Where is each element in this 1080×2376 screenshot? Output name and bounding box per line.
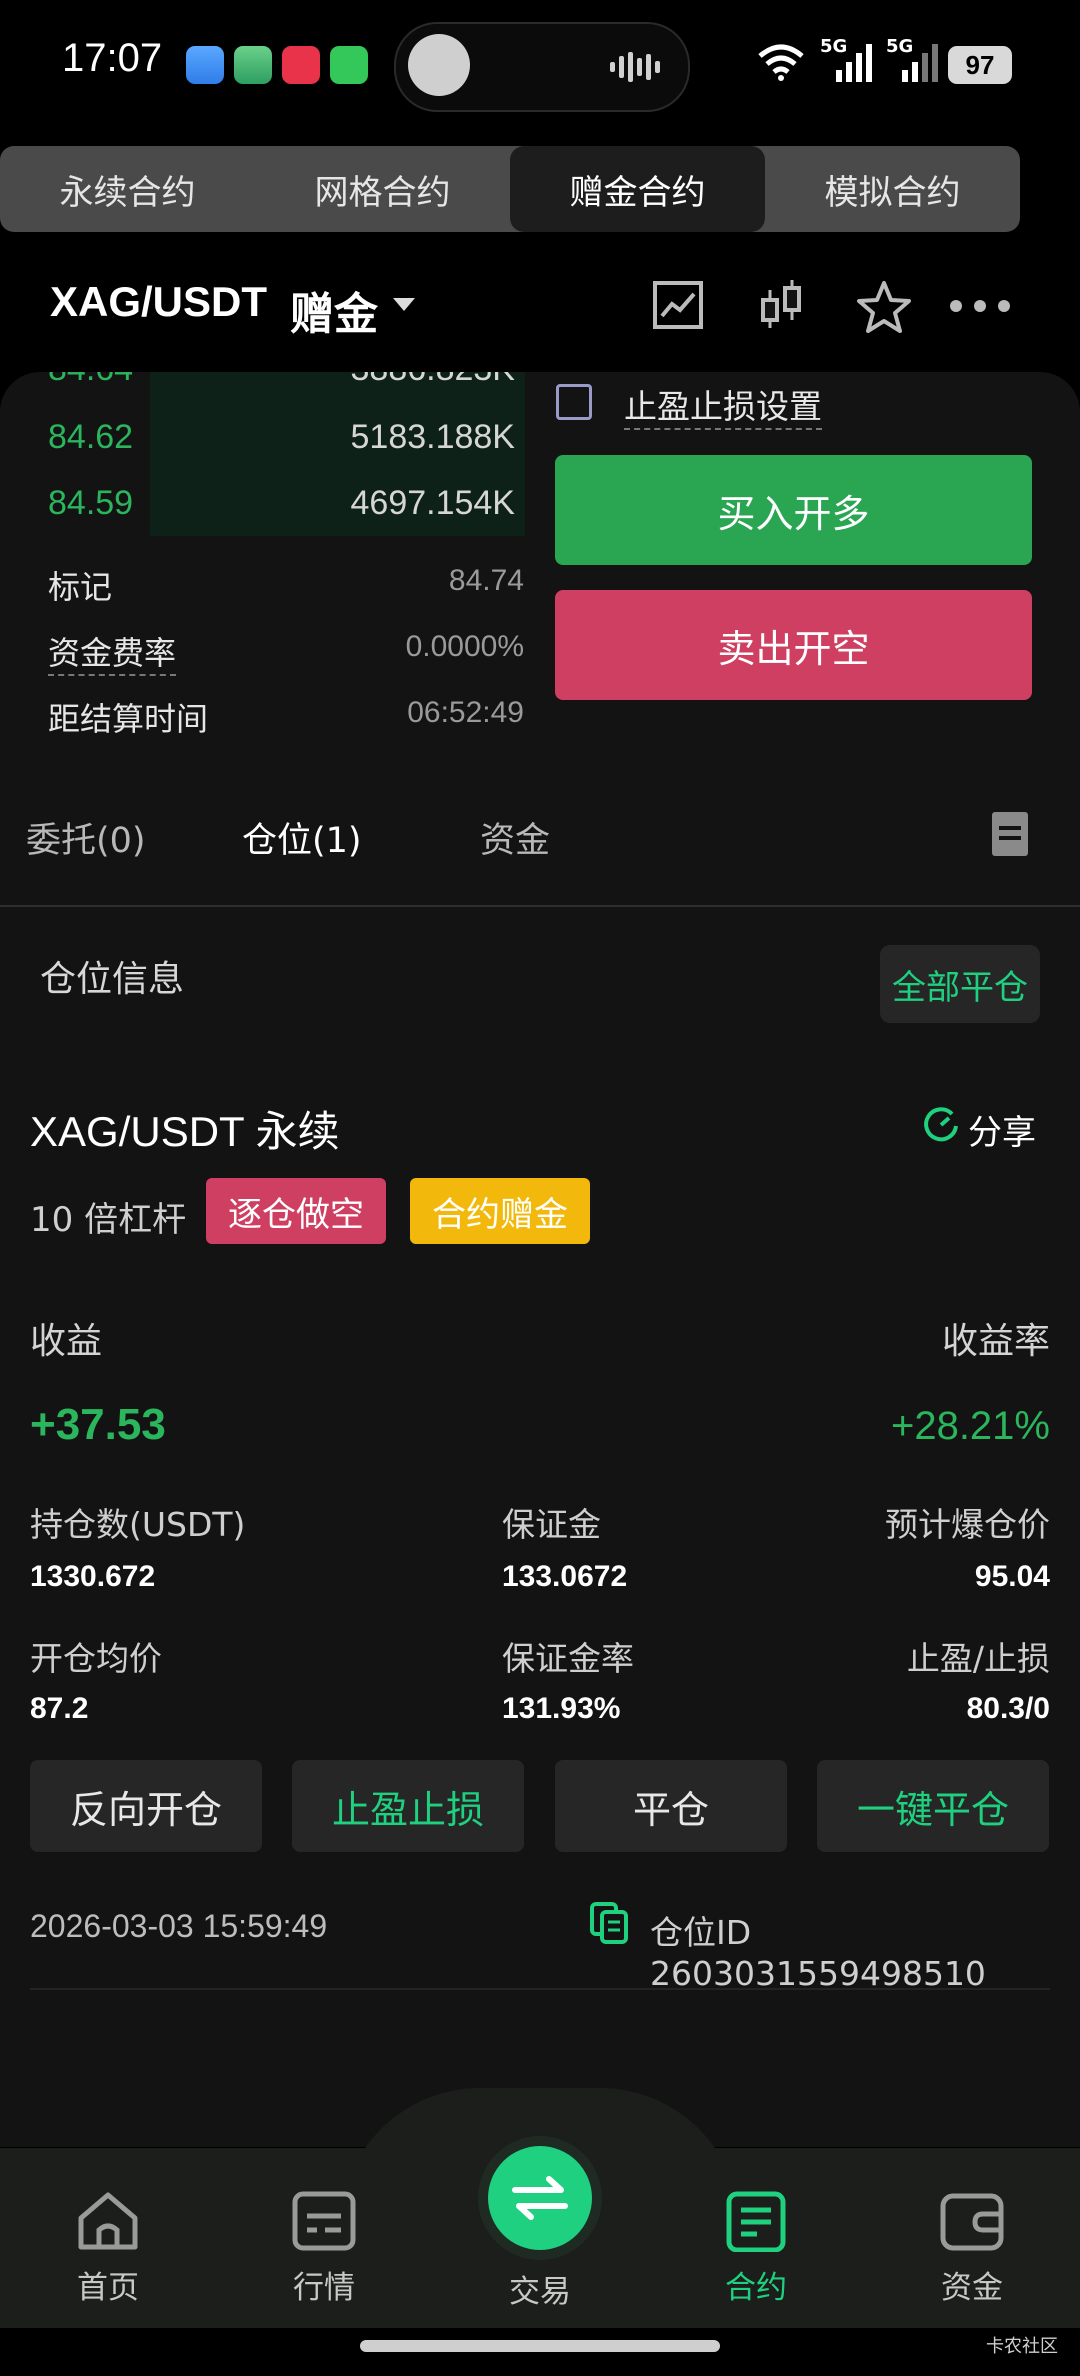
tab-positions[interactable]: 仓位(1) xyxy=(242,812,362,863)
app-icon xyxy=(234,46,272,84)
contract-type-tabs: 永续合约 网格合约 赠金合约 模拟合约 xyxy=(0,146,1020,232)
settlement-label: 距结算时间 xyxy=(48,700,209,738)
divider xyxy=(30,1988,1050,1990)
nav-trade[interactable]: 交易 xyxy=(460,2266,620,2311)
pnl-rate-value: +28.21% xyxy=(890,1404,1050,1448)
more-icon[interactable] xyxy=(948,296,1012,316)
funding-rate-value: 0.0000% xyxy=(405,630,524,663)
swap-icon xyxy=(512,2176,568,2220)
tab-assets[interactable]: 资金 xyxy=(480,812,550,863)
nav-market-label: 行情 xyxy=(293,2270,355,2306)
orderbook-price: 84.64 xyxy=(48,372,133,389)
mark-price-value: 84.74 xyxy=(448,564,524,597)
trade-fab[interactable] xyxy=(488,2146,592,2250)
position-size-value: 1330.672 xyxy=(30,1560,156,1593)
orderbook-row[interactable]: 84.64 3886.823K xyxy=(0,372,540,394)
share-icon[interactable] xyxy=(922,1106,960,1144)
bonus-badge: 合约赠金 xyxy=(410,1178,590,1244)
orderbook-price[interactable]: 84.59 xyxy=(48,484,133,523)
settlement-countdown: 06:52:49 xyxy=(407,696,524,729)
battery-indicator: 97 xyxy=(948,46,1012,84)
wallet-icon xyxy=(940,2193,1004,2251)
tpsl-label: 止盈/止损 xyxy=(906,1639,1050,1678)
home-indicator[interactable] xyxy=(360,2340,720,2352)
margin-label: 保证金 xyxy=(502,1505,601,1544)
audio-wave-icon xyxy=(610,52,660,82)
nav-assets-label: 资金 xyxy=(941,2270,1003,2306)
tpsl-value: 80.3/0 xyxy=(966,1692,1050,1725)
nav-home[interactable]: 首页 xyxy=(28,2190,188,2307)
orderbook-qty: 3886.823K xyxy=(215,372,516,389)
close-position-button[interactable]: 平仓 xyxy=(555,1760,787,1852)
margin-value: 133.0672 xyxy=(502,1560,628,1593)
funding-rate-label[interactable]: 资金费率 xyxy=(48,628,177,676)
pnl-label: 收益 xyxy=(30,1321,103,1362)
tpsl-checkbox[interactable] xyxy=(556,384,592,420)
mark-price-label: 标记 xyxy=(48,568,113,606)
nav-trade-label: 交易 xyxy=(509,2274,571,2310)
buy-long-button[interactable]: 买入开多 xyxy=(555,455,1032,565)
divider xyxy=(0,905,1080,907)
position-symbol: XAG/USDT 永续 xyxy=(30,1108,340,1155)
tpsl-setting-label[interactable]: 止盈止损设置 xyxy=(624,380,822,430)
funding-rate-label-text: 资金费率 xyxy=(48,634,177,676)
tab-demo[interactable]: 模拟合约 xyxy=(765,146,1020,232)
side-badge: 逐仓做空 xyxy=(206,1178,386,1244)
home-icon xyxy=(78,2192,138,2250)
avatar xyxy=(408,34,470,96)
tab-bonus[interactable]: 赠金合约 xyxy=(510,146,765,232)
nav-market[interactable]: 行情 xyxy=(244,2190,404,2307)
liq-price-value: 95.04 xyxy=(974,1560,1050,1593)
signal-icon xyxy=(836,44,872,82)
orderbook-qty: 4697.154K xyxy=(350,484,516,522)
weather-app-icon xyxy=(186,46,224,84)
nav-home-label: 首页 xyxy=(77,2270,139,2306)
margin-ratio-label: 保证金率 xyxy=(502,1639,634,1678)
signal-icon xyxy=(902,44,938,82)
wifi-icon xyxy=(758,44,804,81)
nav-contract-label: 合约 xyxy=(725,2270,787,2306)
chevron-down-icon[interactable] xyxy=(393,298,415,311)
margin-ratio-value: 131.93% xyxy=(502,1692,621,1725)
liq-price-label: 预计爆仓价 xyxy=(885,1505,1050,1544)
nav-assets[interactable]: 资金 xyxy=(892,2190,1052,2307)
position-size-label: 持仓数(USDT) xyxy=(30,1505,246,1544)
copy-icon[interactable] xyxy=(590,1902,628,1944)
pnl-value: +37.53 xyxy=(30,1400,166,1449)
orderbook-price[interactable]: 84.62 xyxy=(48,418,133,457)
orderbook-qty: 5183.188K xyxy=(350,418,516,456)
share-button[interactable]: 分享 xyxy=(968,1105,1036,1154)
candlestick-icon[interactable] xyxy=(758,278,804,334)
tab-grid[interactable]: 网格合约 xyxy=(255,146,510,232)
leverage-label: 10 倍杠杆 xyxy=(30,1200,187,1240)
chart-icon[interactable] xyxy=(652,280,704,330)
tab-perpetual[interactable]: 永续合约 xyxy=(0,146,255,232)
tab-orders[interactable]: 委托(0) xyxy=(26,812,146,863)
market-icon xyxy=(292,2191,356,2251)
pair-selector[interactable]: XAG/USDT xyxy=(50,278,267,326)
watermark: 卡农社区 xyxy=(986,2336,1058,2357)
entry-price-label: 开仓均价 xyxy=(30,1639,162,1678)
list-icon[interactable] xyxy=(992,812,1028,856)
reverse-position-button[interactable]: 反向开仓 xyxy=(30,1760,262,1852)
position-id: 仓位ID 2603031559498510 xyxy=(650,1913,986,1993)
contract-icon xyxy=(726,2191,786,2253)
position-section-title: 仓位信息 xyxy=(40,959,185,1000)
pair-tag[interactable]: 赠金 xyxy=(290,278,378,342)
quick-close-button[interactable]: 一键平仓 xyxy=(817,1760,1049,1852)
entry-price-value: 87.2 xyxy=(30,1692,89,1725)
close-all-button[interactable]: 全部平仓 xyxy=(880,945,1040,1023)
sell-short-button[interactable]: 卖出开空 xyxy=(555,590,1032,700)
star-icon[interactable] xyxy=(856,280,912,334)
app-icon xyxy=(282,46,320,84)
tpsl-setting-text: 止盈止损设置 xyxy=(624,387,822,430)
nav-contract[interactable]: 合约 xyxy=(676,2190,836,2307)
status-time: 17:07 xyxy=(62,36,163,80)
pnl-rate-label: 收益率 xyxy=(941,1321,1050,1362)
tpsl-button[interactable]: 止盈止损 xyxy=(292,1760,524,1852)
dynamic-island[interactable] xyxy=(394,22,690,112)
position-timestamp: 2026-03-03 15:59:49 xyxy=(30,1908,328,1944)
message-app-icon xyxy=(330,46,368,84)
